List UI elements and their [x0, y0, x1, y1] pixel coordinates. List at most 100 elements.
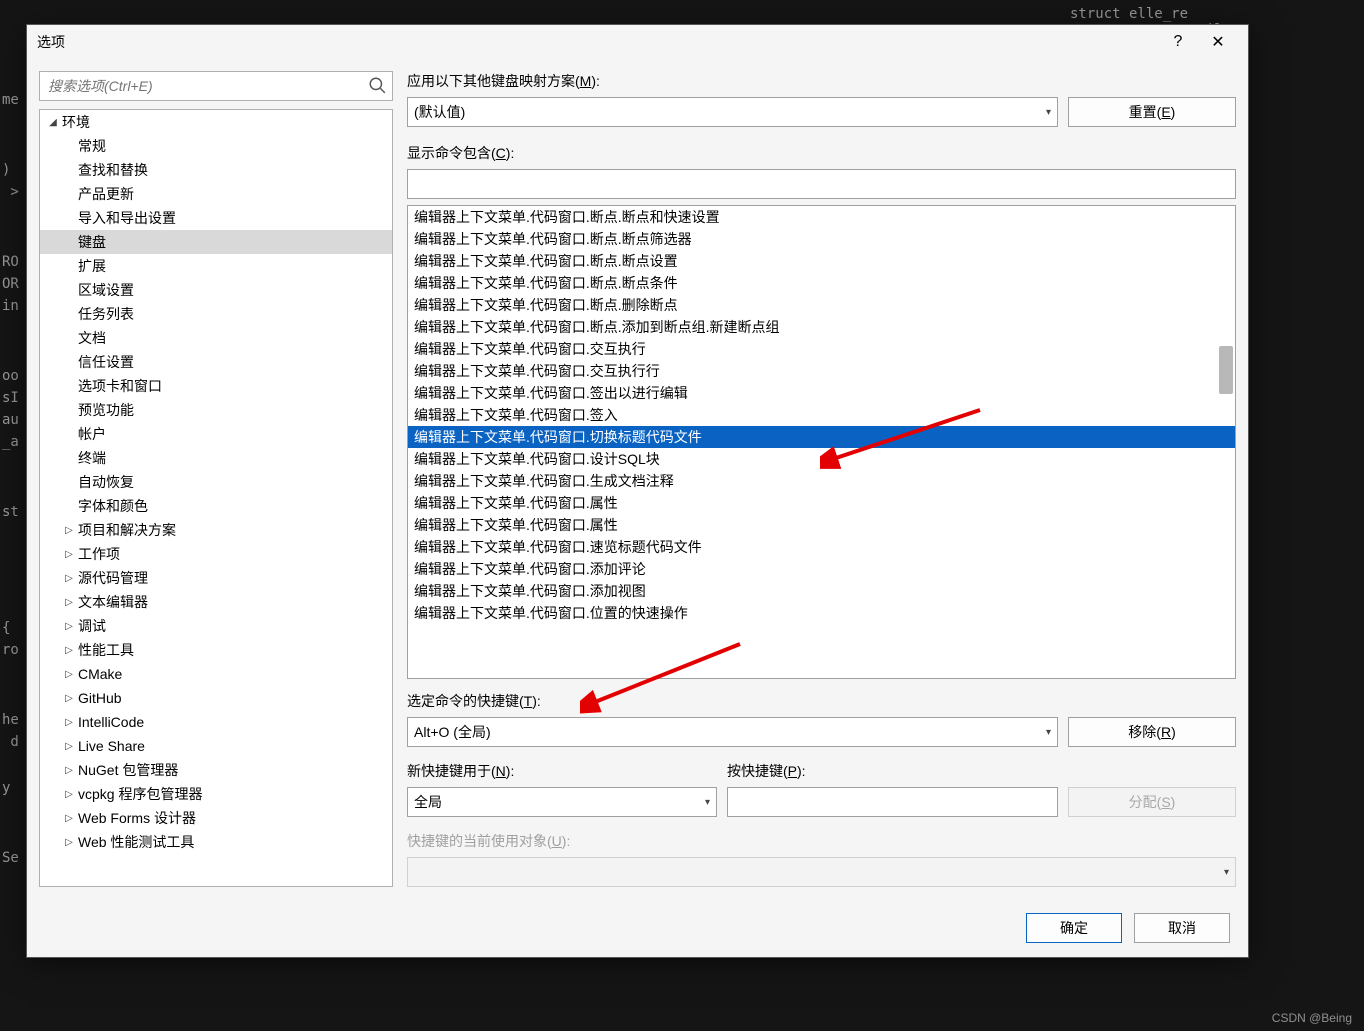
tree-cat[interactable]: ▷GitHub — [40, 686, 392, 710]
tree-cat[interactable]: ▷文本编辑器 — [40, 590, 392, 614]
tree-cat[interactable]: ▷性能工具 — [40, 638, 392, 662]
command-item[interactable]: 编辑器上下文菜单.代码窗口.断点.添加到断点组.新建断点组 — [408, 316, 1235, 338]
command-item[interactable]: 编辑器上下文菜单.代码窗口.断点.删除断点 — [408, 294, 1235, 316]
tree-item[interactable]: 查找和替换 — [40, 158, 392, 182]
tree-item[interactable]: 文档 — [40, 326, 392, 350]
curuse-label: 快捷键的当前使用对象(U): — [407, 831, 1236, 851]
close-button[interactable]: ✕ — [1198, 32, 1238, 52]
command-item[interactable]: 编辑器上下文菜单.代码窗口.生成文档注释 — [408, 470, 1235, 492]
command-item[interactable]: 编辑器上下文菜单.代码窗口.断点.断点设置 — [408, 250, 1235, 272]
scheme-combo[interactable]: (默认值)▾ — [407, 97, 1058, 127]
tree-cat-environment[interactable]: ◢环境 — [40, 110, 392, 134]
bg-line: RO — [2, 254, 19, 270]
tree-item[interactable]: 预览功能 — [40, 398, 392, 422]
options-tree[interactable]: ◢环境 常规 查找和替换 产品更新 导入和导出设置 键盘 扩展 区域设置 任务列… — [39, 109, 393, 887]
tree-cat[interactable]: ▷工作项 — [40, 542, 392, 566]
newfor-label: 新快捷键用于(N): — [407, 761, 717, 781]
bg-line: he — [2, 712, 19, 728]
tree-item[interactable]: 信任设置 — [40, 350, 392, 374]
titlebar: 选项 ? ✕ — [27, 25, 1248, 59]
chevron-down-icon: ▾ — [705, 797, 710, 808]
bg-line: Se — [2, 850, 19, 866]
tree-cat[interactable]: ▷Web 性能测试工具 — [40, 830, 392, 854]
command-item[interactable]: 编辑器上下文菜单.代码窗口.属性 — [408, 514, 1235, 536]
bg-line: sI — [2, 390, 19, 406]
command-item[interactable]: 编辑器上下文菜单.代码窗口.交互执行 — [408, 338, 1235, 360]
scrollbar-thumb[interactable] — [1219, 346, 1233, 394]
command-item[interactable]: 编辑器上下文菜单.代码窗口.添加视图 — [408, 580, 1235, 602]
tree-cat[interactable]: ▷IntelliCode — [40, 710, 392, 734]
tree-item[interactable]: 选项卡和窗口 — [40, 374, 392, 398]
bg-line: OR — [2, 276, 19, 292]
tree-cat[interactable]: ▷调试 — [40, 614, 392, 638]
ok-button[interactable]: 确定 — [1026, 913, 1122, 943]
tree-item[interactable]: 自动恢复 — [40, 470, 392, 494]
tree-cat[interactable]: ▷CMake — [40, 662, 392, 686]
bg-line: y — [2, 780, 19, 796]
newfor-combo[interactable]: 全局▾ — [407, 787, 717, 817]
command-item[interactable]: 编辑器上下文菜单.代码窗口.属性 — [408, 492, 1235, 514]
tree-label: 环境 — [62, 112, 90, 132]
tree-item[interactable]: 产品更新 — [40, 182, 392, 206]
chevron-down-icon: ▾ — [1046, 107, 1051, 118]
command-item[interactable]: 编辑器上下文菜单.代码窗口.位置的快速操作 — [408, 602, 1235, 624]
bg-line: > — [2, 184, 19, 200]
command-item[interactable]: 编辑器上下文菜单.代码窗口.切换标题代码文件 — [408, 426, 1235, 448]
search-wrapper — [39, 71, 393, 101]
tree-item[interactable]: 任务列表 — [40, 302, 392, 326]
contain-label: 显示命令包含(C): — [407, 143, 1236, 163]
command-item[interactable]: 编辑器上下文菜单.代码窗口.断点.断点筛选器 — [408, 228, 1235, 250]
command-item[interactable]: 编辑器上下文菜单.代码窗口.断点.断点和快速设置 — [408, 206, 1235, 228]
tree-item[interactable]: 终端 — [40, 446, 392, 470]
cancel-button[interactable]: 取消 — [1134, 913, 1230, 943]
chevron-down-icon: ▾ — [1224, 867, 1229, 878]
command-item[interactable]: 编辑器上下文菜单.代码窗口.速览标题代码文件 — [408, 536, 1235, 558]
press-input[interactable] — [727, 787, 1058, 817]
shortcut-combo[interactable]: Alt+O (全局)▾ — [407, 717, 1058, 747]
tree-cat[interactable]: ▷vcpkg 程序包管理器 — [40, 782, 392, 806]
bg-line: oo — [2, 368, 19, 384]
command-item[interactable]: 编辑器上下文菜单.代码窗口.交互执行行 — [408, 360, 1235, 382]
command-item[interactable]: 编辑器上下文菜单.代码窗口.断点.断点条件 — [408, 272, 1235, 294]
bg-line: in — [2, 298, 19, 314]
watermark: CSDN @Being — [1272, 1011, 1352, 1025]
search-input[interactable] — [40, 72, 392, 100]
bg-line: ro — [2, 642, 19, 658]
tree-item-keyboard[interactable]: 键盘 — [40, 230, 392, 254]
command-item[interactable]: 编辑器上下文菜单.代码窗口.签出以进行编辑 — [408, 382, 1235, 404]
remove-button[interactable]: 移除(R) — [1068, 717, 1236, 747]
tree-item[interactable]: 扩展 — [40, 254, 392, 278]
chevron-down-icon: ▾ — [1046, 727, 1051, 738]
tree-cat[interactable]: ▷源代码管理 — [40, 566, 392, 590]
command-item[interactable]: 编辑器上下文菜单.代码窗口.添加评论 — [408, 558, 1235, 580]
search-icon[interactable] — [368, 76, 386, 97]
command-list[interactable]: 编辑器上下文菜单.代码窗口.断点.断点和快速设置编辑器上下文菜单.代码窗口.断点… — [407, 205, 1236, 679]
command-item[interactable]: 编辑器上下文菜单.代码窗口.签入 — [408, 404, 1235, 426]
bg-line: struct elle_re — [1070, 6, 1188, 22]
apply-scheme-label: 应用以下其他键盘映射方案(M): — [407, 71, 1236, 91]
tree-item[interactable]: 区域设置 — [40, 278, 392, 302]
tree-cat[interactable]: ▷NuGet 包管理器 — [40, 758, 392, 782]
tree-item[interactable]: 导入和导出设置 — [40, 206, 392, 230]
bg-line: au — [2, 412, 19, 428]
help-button[interactable]: ? — [1158, 33, 1198, 51]
shortcut-label: 选定命令的快捷键(T): — [407, 691, 1236, 711]
bg-line: ) — [2, 162, 10, 178]
reset-button[interactable]: 重置(E) — [1068, 97, 1236, 127]
tree-cat[interactable]: ▷项目和解决方案 — [40, 518, 392, 542]
press-label: 按快捷键(P): — [727, 761, 1058, 781]
tree-item[interactable]: 帐户 — [40, 422, 392, 446]
bg-line: { — [2, 620, 10, 636]
tree-item[interactable]: 字体和颜色 — [40, 494, 392, 518]
curuse-combo: ▾ — [407, 857, 1236, 887]
dialog-title: 选项 — [37, 32, 65, 52]
assign-button: 分配(S) — [1068, 787, 1236, 817]
tree-cat[interactable]: ▷Web Forms 设计器 — [40, 806, 392, 830]
contain-input[interactable] — [407, 169, 1236, 199]
bg-line: _a — [2, 434, 19, 450]
tree-item[interactable]: 常规 — [40, 134, 392, 158]
command-item[interactable]: 编辑器上下文菜单.代码窗口.设计SQL块 — [408, 448, 1235, 470]
bg-line: d — [2, 734, 19, 750]
tree-cat[interactable]: ▷Live Share — [40, 734, 392, 758]
bg-line: st — [2, 504, 19, 520]
